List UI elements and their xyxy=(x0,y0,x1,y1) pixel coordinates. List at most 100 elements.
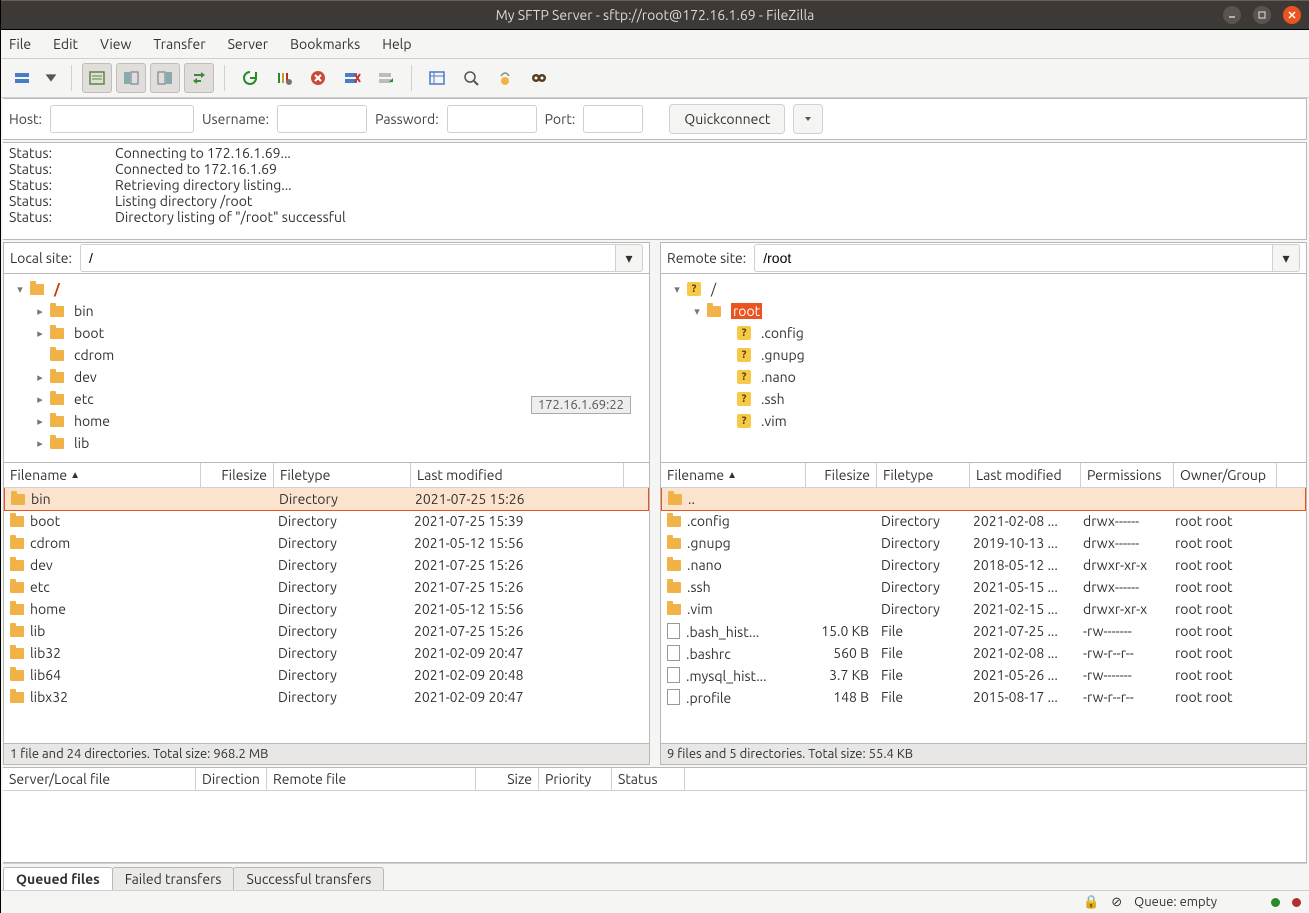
window-minimize-button[interactable] xyxy=(1223,6,1241,24)
tree-item[interactable]: ?.config xyxy=(661,322,1306,344)
refresh-button[interactable] xyxy=(235,63,265,93)
list-item[interactable]: lib64Directory2021-02-09 20:48 xyxy=(4,664,649,686)
queue-col-size[interactable]: Size xyxy=(476,768,539,790)
list-item[interactable]: .bash_hist...15.0 KBFile2021-07-25 ...-r… xyxy=(661,620,1306,642)
directory-compare-button[interactable] xyxy=(456,63,486,93)
remote-site-path-input[interactable] xyxy=(754,244,1272,272)
queue-col-local[interactable]: Server/Local file xyxy=(3,768,196,790)
local-site-path-input[interactable] xyxy=(80,244,615,272)
menu-server[interactable]: Server xyxy=(228,36,269,52)
list-item[interactable]: .profile148 BFile2015-08-17 ...-rw-r--r-… xyxy=(661,686,1306,708)
local-col-modified[interactable]: Last modified xyxy=(411,463,624,487)
tab-failed-transfers[interactable]: Failed transfers xyxy=(112,867,235,890)
menu-bookmarks[interactable]: Bookmarks xyxy=(290,36,360,52)
sync-browsing-button[interactable] xyxy=(490,63,520,93)
pane-splitter[interactable] xyxy=(652,242,658,765)
list-item[interactable]: .sshDirectory2021-05-15 ...drwx------roo… xyxy=(661,576,1306,598)
remote-col-filetype[interactable]: Filetype xyxy=(877,463,970,487)
remote-directory-tree[interactable]: ▾?/ ▾root ?.config?.gnupg?.nano?.ssh?.vi… xyxy=(660,274,1307,463)
transfer-queue[interactable]: Server/Local file Direction Remote file … xyxy=(3,767,1307,863)
process-queue-button[interactable] xyxy=(269,63,299,93)
list-item[interactable]: homeDirectory2021-05-12 15:56 xyxy=(4,598,649,620)
local-col-filetype[interactable]: Filetype xyxy=(274,463,411,487)
site-manager-button[interactable] xyxy=(7,63,37,93)
tree-item[interactable]: ?.vim xyxy=(661,410,1306,432)
list-item[interactable]: libDirectory2021-07-25 15:26 xyxy=(4,620,649,642)
local-col-filename[interactable]: Filename▲ xyxy=(4,463,201,487)
tree-item[interactable]: ▸dev xyxy=(4,366,649,388)
list-item[interactable]: lib32Directory2021-02-09 20:47 xyxy=(4,642,649,664)
folder-icon xyxy=(10,670,24,681)
tree-item[interactable]: ?.gnupg xyxy=(661,344,1306,366)
tree-item[interactable]: ▸bin xyxy=(4,300,649,322)
window-close-button[interactable] xyxy=(1283,6,1301,24)
menu-file[interactable]: File xyxy=(9,36,31,52)
site-manager-dropdown[interactable] xyxy=(41,63,61,93)
host-input[interactable] xyxy=(50,105,194,133)
list-item[interactable]: cdromDirectory2021-05-12 15:56 xyxy=(4,532,649,554)
menu-edit[interactable]: Edit xyxy=(53,36,78,52)
list-item[interactable]: binDirectory2021-07-25 15:26 xyxy=(4,487,649,511)
host-label: Host: xyxy=(9,111,42,127)
folder-icon xyxy=(50,394,64,405)
remote-col-filesize[interactable]: Filesize xyxy=(806,463,877,487)
list-item[interactable]: libx32Directory2021-02-09 20:47 xyxy=(4,686,649,708)
remote-site-dropdown[interactable]: ▾ xyxy=(1272,244,1300,272)
local-directory-tree[interactable]: ▾/ ▸bin▸bootcdrom▸dev▸etc▸home▸lib 172.1… xyxy=(3,274,650,463)
list-item[interactable]: .. xyxy=(661,487,1306,511)
menu-view[interactable]: View xyxy=(100,36,131,52)
password-input[interactable] xyxy=(447,105,537,133)
list-item[interactable]: .gnupgDirectory2019-10-13 ...drwx------r… xyxy=(661,532,1306,554)
folder-icon xyxy=(10,648,24,659)
remote-file-list[interactable]: Filename▲ Filesize Filetype Last modifie… xyxy=(660,463,1307,744)
file-icon xyxy=(667,667,680,683)
list-item[interactable]: .bashrc560 BFile2021-02-08 ...-rw-r--r--… xyxy=(661,642,1306,664)
remote-col-modified[interactable]: Last modified xyxy=(970,463,1081,487)
list-item[interactable]: .nanoDirectory2018-05-12 ...drwxr-xr-xro… xyxy=(661,554,1306,576)
remote-col-filename[interactable]: Filename▲ xyxy=(661,463,806,487)
queue-col-status[interactable]: Status xyxy=(612,768,685,790)
tab-queued-files[interactable]: Queued files xyxy=(3,867,113,890)
tree-item[interactable]: cdrom xyxy=(4,344,649,366)
list-item[interactable]: .mysql_hist...3.7 KBFile2021-05-26 ...-r… xyxy=(661,664,1306,686)
quickconnect-history-dropdown[interactable] xyxy=(793,104,823,134)
local-status: 1 file and 24 directories. Total size: 9… xyxy=(3,744,650,765)
local-file-list[interactable]: Filename▲ Filesize Filetype Last modifie… xyxy=(3,463,650,744)
reconnect-button[interactable] xyxy=(371,63,401,93)
toggle-message-log-button[interactable] xyxy=(82,63,112,93)
tab-successful-transfers[interactable]: Successful transfers xyxy=(233,867,384,890)
toggle-local-tree-button[interactable] xyxy=(116,63,146,93)
list-item[interactable]: .configDirectory2021-02-08 ...drwx------… xyxy=(661,510,1306,532)
local-site-dropdown[interactable]: ▾ xyxy=(615,244,643,272)
search-button[interactable] xyxy=(524,63,554,93)
queue-col-priority[interactable]: Priority xyxy=(539,768,612,790)
message-log[interactable]: Status:Connecting to 172.16.1.69... Stat… xyxy=(3,142,1307,240)
window-titlebar: My SFTP Server - sftp://root@172.16.1.69… xyxy=(1,0,1309,30)
window-maximize-button[interactable] xyxy=(1253,6,1271,24)
quickconnect-button[interactable]: Quickconnect xyxy=(669,104,785,134)
folder-icon xyxy=(50,350,64,361)
filter-button[interactable] xyxy=(422,63,452,93)
tree-item[interactable]: ▸boot xyxy=(4,322,649,344)
tree-item[interactable]: ?.ssh xyxy=(661,388,1306,410)
cancel-button[interactable] xyxy=(303,63,333,93)
list-item[interactable]: bootDirectory2021-07-25 15:39 xyxy=(4,510,649,532)
list-item[interactable]: devDirectory2021-07-25 15:26 xyxy=(4,554,649,576)
toggle-remote-tree-button[interactable] xyxy=(150,63,180,93)
queue-col-remote[interactable]: Remote file xyxy=(267,768,476,790)
queue-col-direction[interactable]: Direction xyxy=(196,768,267,790)
list-item[interactable]: .vimDirectory2021-02-15 ...drwxr-xr-xroo… xyxy=(661,598,1306,620)
remote-col-owner[interactable]: Owner/Group xyxy=(1174,463,1277,487)
local-col-filesize[interactable]: Filesize xyxy=(201,463,274,487)
tree-item[interactable]: ▸lib xyxy=(4,432,649,454)
toggle-transfer-queue-button[interactable] xyxy=(184,63,214,93)
menu-help[interactable]: Help xyxy=(382,36,411,52)
disconnect-button[interactable] xyxy=(337,63,367,93)
menu-transfer[interactable]: Transfer xyxy=(153,36,205,52)
tree-item[interactable]: ?.nano xyxy=(661,366,1306,388)
list-item[interactable]: etcDirectory2021-07-25 15:26 xyxy=(4,576,649,598)
tree-item[interactable]: ▾root xyxy=(661,300,1306,322)
username-input[interactable] xyxy=(277,105,367,133)
port-input[interactable] xyxy=(583,105,643,133)
remote-col-permissions[interactable]: Permissions xyxy=(1081,463,1174,487)
